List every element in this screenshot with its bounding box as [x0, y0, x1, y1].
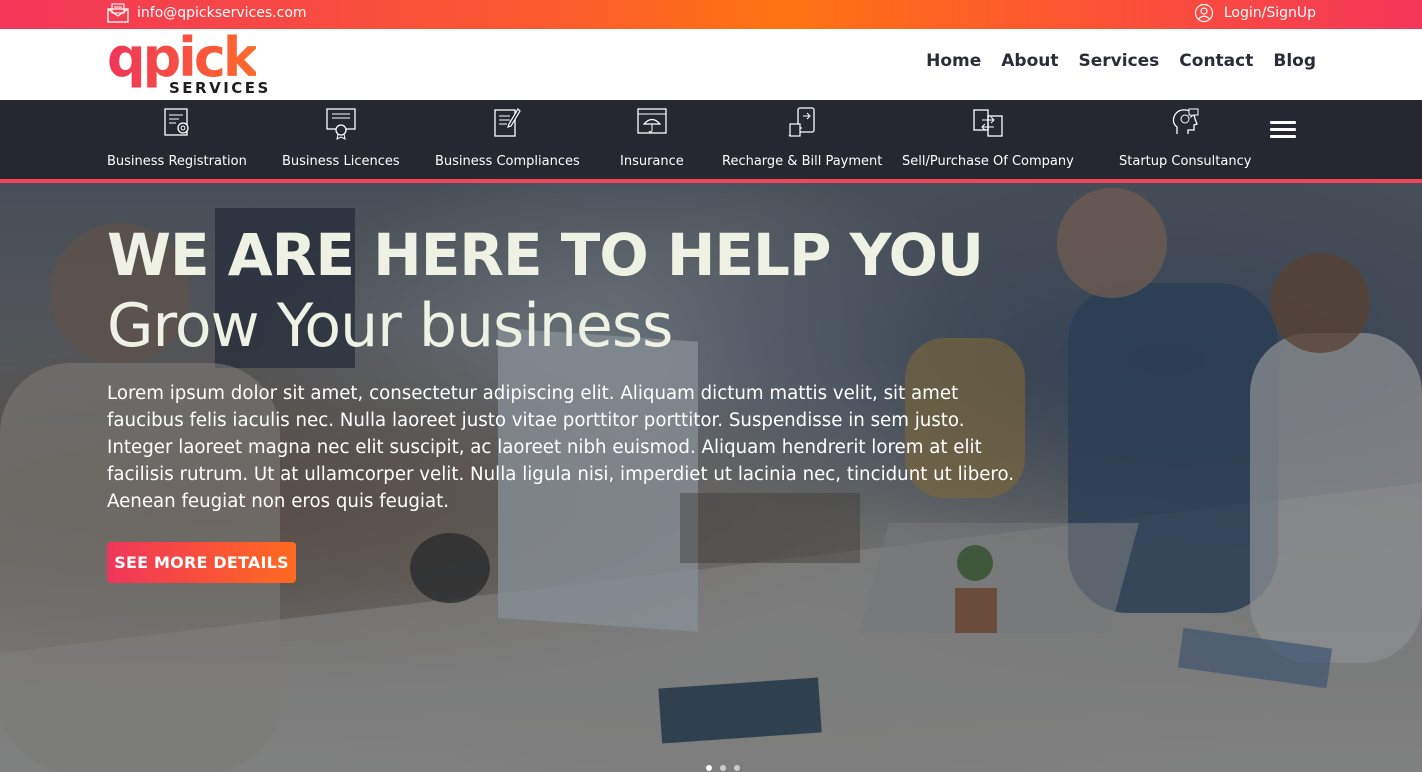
service-insurance[interactable]: Insurance — [620, 106, 684, 169]
envelope-icon — [107, 3, 129, 23]
slider-dot[interactable] — [720, 765, 726, 771]
hero-subheading: Grow Your business — [107, 291, 673, 361]
consultancy-head-icon — [1169, 106, 1201, 140]
hamburger-menu-icon[interactable] — [1270, 121, 1296, 139]
mobile-payment-icon — [786, 106, 818, 140]
service-label: Business Licences — [282, 154, 400, 169]
service-sell-purchase-company[interactable]: Sell/Purchase Of Company — [902, 106, 1074, 169]
email-address: info@qpickservices.com — [137, 5, 307, 21]
logo-subtitle: SERVICES — [169, 79, 271, 97]
service-label: Recharge & Bill Payment — [722, 154, 883, 169]
user-icon — [1194, 3, 1214, 23]
nav-contact[interactable]: Contact — [1179, 51, 1253, 71]
see-more-details-button[interactable]: SEE MORE DETAILS — [107, 542, 296, 583]
nav-services[interactable]: Services — [1079, 51, 1160, 71]
site-logo[interactable]: qpick SERVICES — [107, 28, 268, 98]
login-signup-link[interactable]: Login/SignUp — [1194, 3, 1316, 23]
top-contact-bar: info@qpickservices.com Login/SignUp — [0, 0, 1422, 29]
slider-dot[interactable] — [734, 765, 740, 771]
slider-dots — [706, 765, 740, 771]
service-business-registration[interactable]: Business Registration — [107, 106, 247, 169]
service-startup-consultancy[interactable]: Startup Consultancy — [1119, 106, 1251, 169]
nav-about[interactable]: About — [1001, 51, 1058, 71]
service-business-compliances[interactable]: Business Compliances — [435, 106, 580, 169]
hero-banner: WE ARE HERE TO HELP YOU Grow Your busine… — [0, 183, 1422, 772]
services-menu-bar: Business Registration Business Licences … — [0, 100, 1422, 183]
site-header: qpick SERVICES Home About Services Conta… — [0, 28, 1422, 100]
service-recharge-bill-payment[interactable]: Recharge & Bill Payment — [722, 106, 882, 169]
service-label: Business Registration — [107, 154, 247, 169]
compliance-document-icon — [491, 106, 523, 140]
service-label: Sell/Purchase Of Company — [902, 154, 1074, 169]
email-link[interactable]: info@qpickservices.com — [107, 3, 307, 23]
service-business-licences[interactable]: Business Licences — [282, 106, 400, 169]
nav-home[interactable]: Home — [926, 51, 981, 71]
licence-certificate-icon — [325, 106, 357, 140]
main-navigation: Home About Services Contact Blog — [926, 51, 1316, 71]
login-label: Login/SignUp — [1223, 5, 1316, 21]
insurance-umbrella-icon — [636, 106, 668, 140]
registration-certificate-icon — [161, 106, 193, 140]
slider-dot[interactable] — [706, 765, 712, 771]
hero-heading: WE ARE HERE TO HELP YOU — [107, 221, 984, 289]
service-label: Business Compliances — [435, 154, 580, 169]
hero-description: Lorem ipsum dolor sit amet, consectetur … — [107, 383, 1015, 512]
service-label: Insurance — [620, 154, 684, 169]
company-transfer-icon — [972, 106, 1004, 140]
service-label: Startup Consultancy — [1119, 154, 1252, 169]
nav-blog[interactable]: Blog — [1273, 51, 1316, 71]
